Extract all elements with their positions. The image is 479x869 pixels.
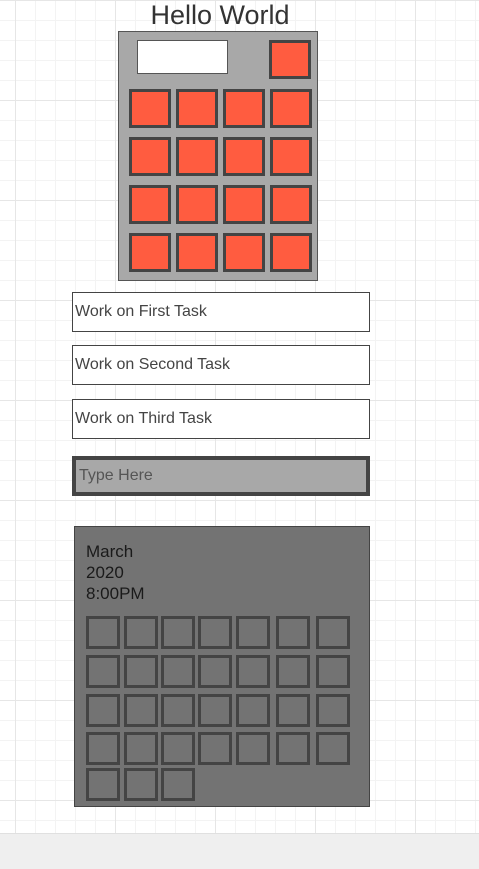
- calendar-day-cell[interactable]: [276, 694, 310, 727]
- calculator-key-top[interactable]: [269, 40, 311, 79]
- calendar-day-cell[interactable]: [198, 694, 232, 727]
- calendar-day-cell[interactable]: [198, 732, 232, 765]
- calendar-day-cell[interactable]: [161, 768, 195, 801]
- calendar-day-cell[interactable]: [86, 768, 120, 801]
- calendar-day-cell[interactable]: [124, 655, 158, 688]
- footer-bar: [0, 833, 479, 869]
- calendar-day-cell[interactable]: [161, 694, 195, 727]
- calculator-key[interactable]: [176, 137, 218, 176]
- calendar-day-cell[interactable]: [86, 616, 120, 649]
- calendar-month: March: [86, 542, 134, 561]
- calculator: [118, 31, 318, 281]
- calendar-day-cell[interactable]: [124, 694, 158, 727]
- calendar-day-cell[interactable]: [86, 694, 120, 727]
- calculator-key[interactable]: [129, 137, 171, 176]
- calendar-day-cell[interactable]: [124, 768, 158, 801]
- calculator-key[interactable]: [129, 89, 171, 128]
- type-here-input[interactable]: [72, 456, 370, 496]
- calendar-day-cell[interactable]: [236, 732, 270, 765]
- calendar-day-cell[interactable]: [236, 655, 270, 688]
- calculator-key[interactable]: [270, 233, 312, 272]
- calculator-key[interactable]: [176, 233, 218, 272]
- calendar-day-cell[interactable]: [198, 616, 232, 649]
- task-item-third[interactable]: Work on Third Task: [72, 399, 370, 439]
- calendar-day-cell[interactable]: [236, 616, 270, 649]
- calendar-day-cell[interactable]: [276, 616, 310, 649]
- calendar-day-cell[interactable]: [276, 655, 310, 688]
- calendar-day-cell[interactable]: [316, 732, 350, 765]
- calendar-day-cell[interactable]: [316, 655, 350, 688]
- calendar-day-cell[interactable]: [124, 732, 158, 765]
- calculator-key[interactable]: [223, 185, 265, 224]
- calendar: March 2020 8:00PM: [74, 526, 370, 807]
- calculator-key[interactable]: [223, 89, 265, 128]
- calendar-day-cell[interactable]: [124, 616, 158, 649]
- calendar-time: 8:00PM: [86, 584, 145, 603]
- calendar-day-cell[interactable]: [198, 655, 232, 688]
- calendar-day-cell[interactable]: [161, 616, 195, 649]
- calculator-key[interactable]: [129, 185, 171, 224]
- page-title: Hello World: [150, 0, 290, 30]
- calculator-key[interactable]: [270, 185, 312, 224]
- calendar-day-cell[interactable]: [316, 616, 350, 649]
- calendar-day-cell[interactable]: [316, 694, 350, 727]
- calculator-key[interactable]: [176, 89, 218, 128]
- calendar-day-cell[interactable]: [86, 655, 120, 688]
- calendar-day-cell[interactable]: [161, 655, 195, 688]
- calendar-year: 2020: [86, 563, 124, 582]
- calculator-key[interactable]: [270, 137, 312, 176]
- calendar-day-cell[interactable]: [236, 694, 270, 727]
- calculator-key[interactable]: [223, 233, 265, 272]
- task-item-first[interactable]: Work on First Task: [72, 292, 370, 332]
- calendar-day-cell[interactable]: [161, 732, 195, 765]
- task-item-second[interactable]: Work on Second Task: [72, 345, 370, 385]
- calculator-key[interactable]: [223, 137, 265, 176]
- calculator-key[interactable]: [129, 233, 171, 272]
- calendar-day-cell[interactable]: [86, 732, 120, 765]
- calendar-day-cell[interactable]: [276, 732, 310, 765]
- calculator-key[interactable]: [270, 89, 312, 128]
- calculator-display: [137, 40, 228, 74]
- calculator-key[interactable]: [176, 185, 218, 224]
